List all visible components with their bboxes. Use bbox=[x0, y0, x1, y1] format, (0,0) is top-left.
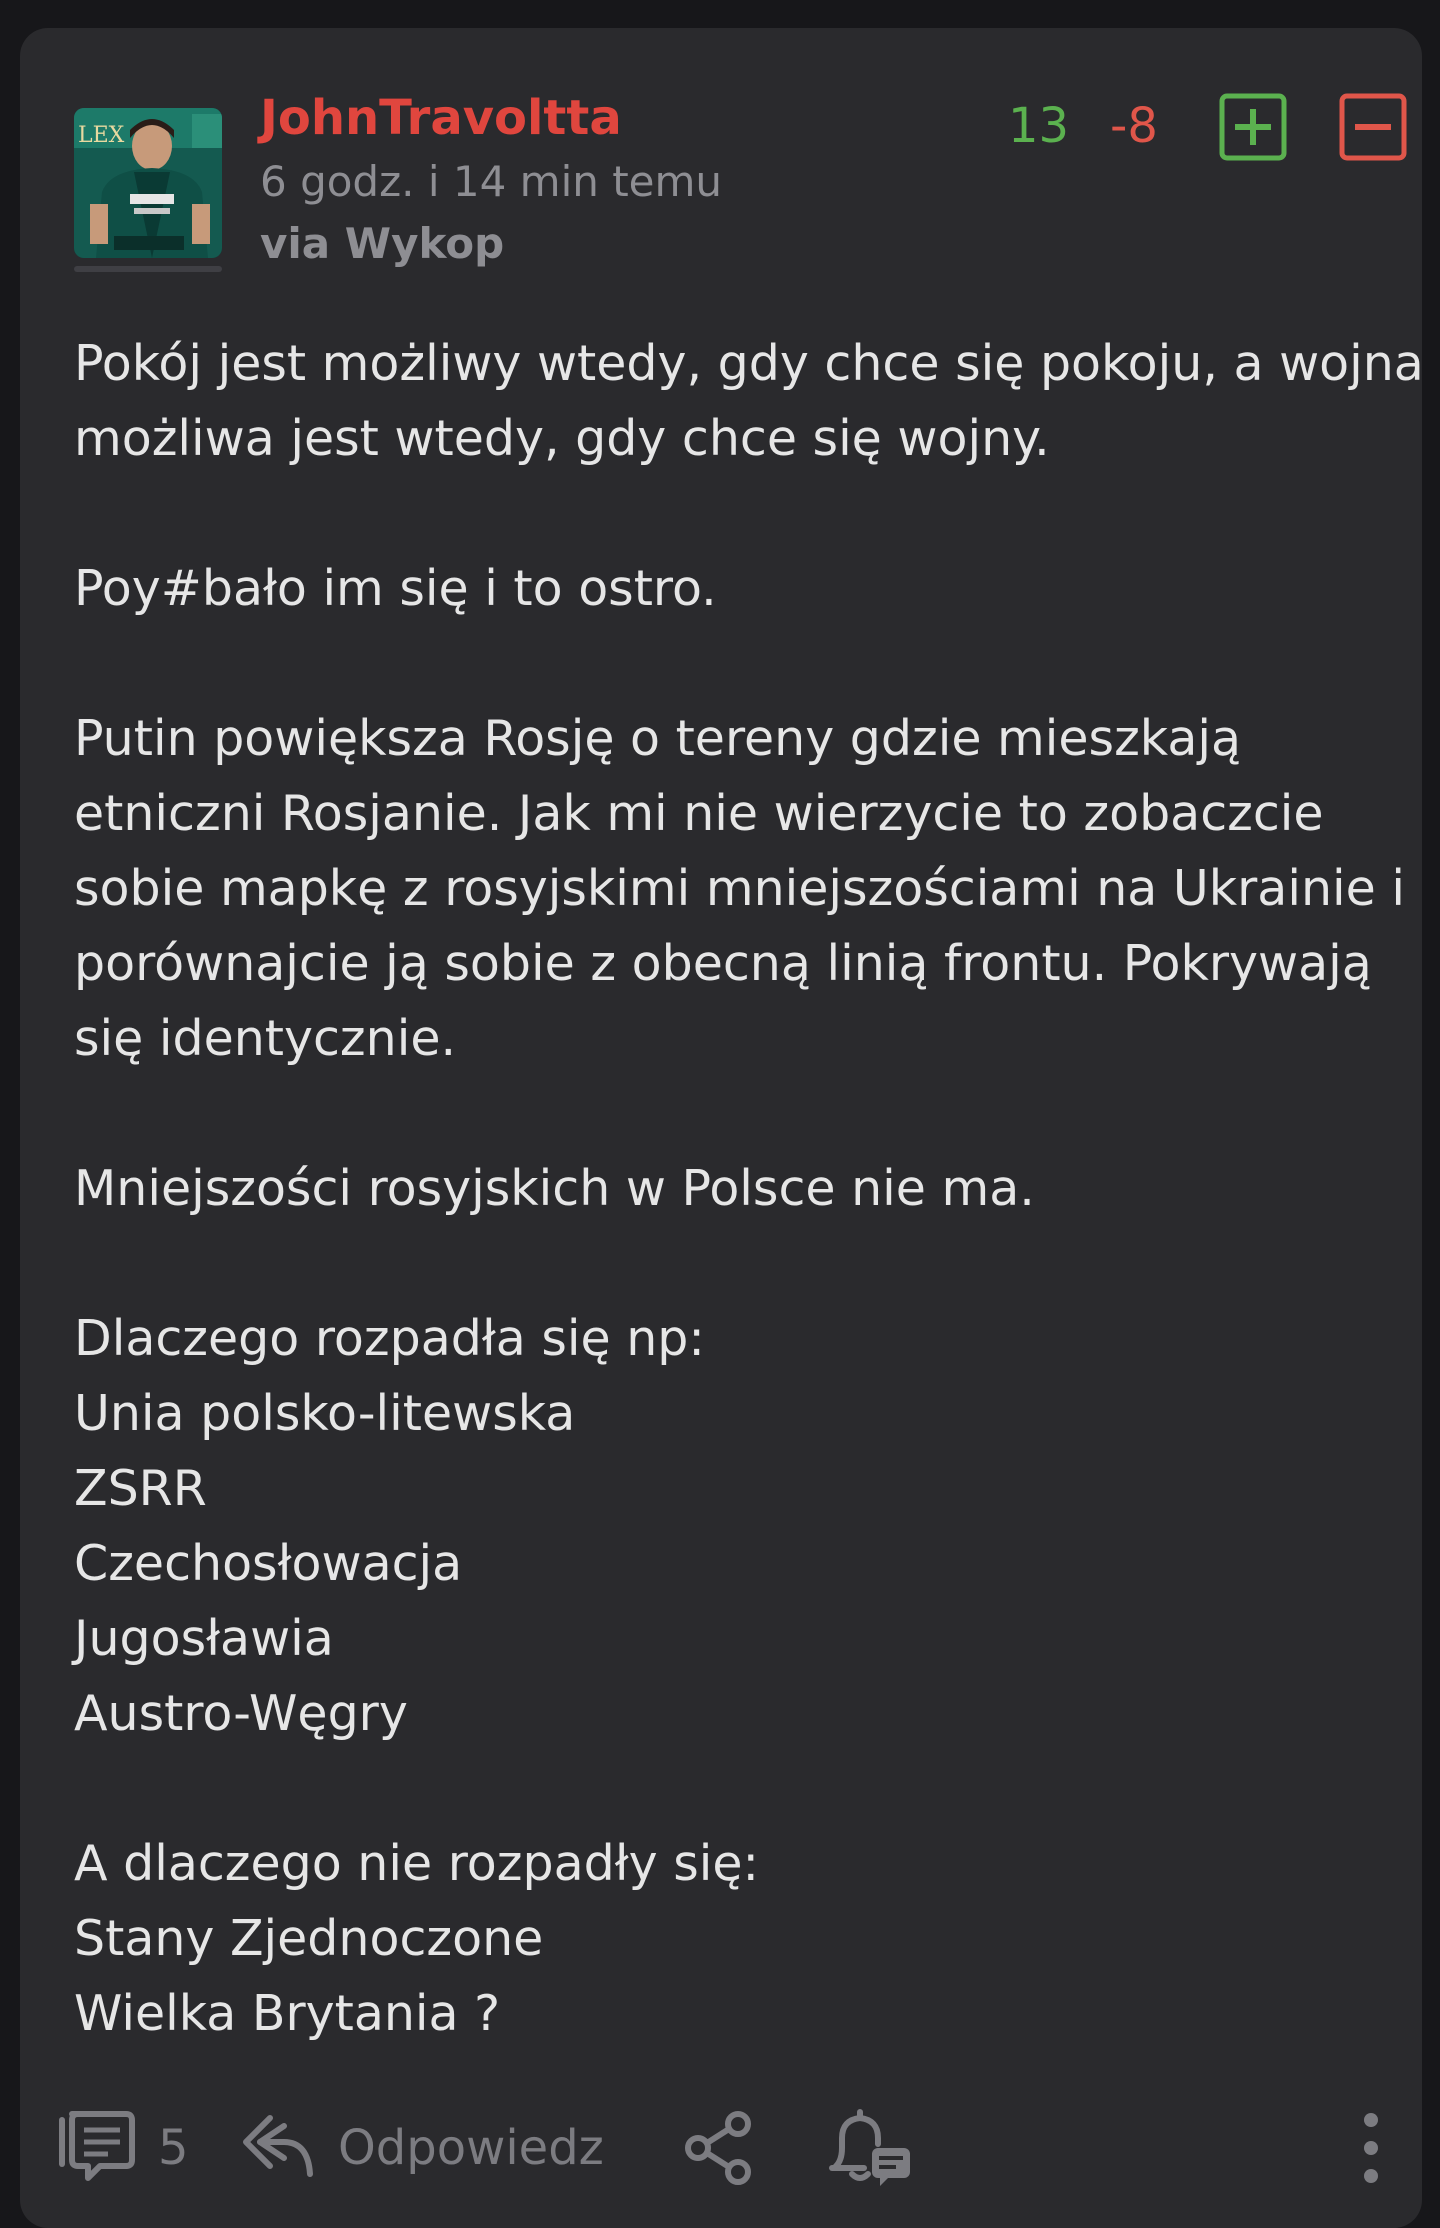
author-username[interactable]: JohnTravoltta bbox=[260, 90, 622, 146]
more-options-button[interactable] bbox=[1356, 2108, 1386, 2188]
minus-square-icon bbox=[1339, 93, 1407, 161]
upvote-button[interactable] bbox=[1219, 93, 1287, 161]
reply-icon bbox=[243, 2115, 313, 2177]
share-icon bbox=[685, 2111, 751, 2185]
post-source: via Wykop bbox=[260, 219, 505, 268]
plus-vote-count: 13 bbox=[1008, 98, 1070, 154]
notification-button[interactable] bbox=[824, 2108, 920, 2188]
more-options-icon bbox=[1364, 2113, 1378, 2183]
comments-count: 5 bbox=[158, 2120, 189, 2176]
reply-label: Odpowiedz bbox=[338, 2120, 604, 2176]
plus-square-icon bbox=[1219, 93, 1287, 161]
avatar-underline bbox=[74, 266, 222, 272]
downvote-button[interactable] bbox=[1339, 93, 1407, 161]
post-footer: 5 Odpowiedz bbox=[20, 2108, 1422, 2188]
post-paragraph: Poy#bało im się i to ostro. bbox=[74, 560, 717, 617]
post-paragraph: A dlaczego nie rozpadły się: Stany Zjedn… bbox=[74, 1835, 759, 2042]
post-paragraph: Pokój jest możliwy wtedy, gdy chce się p… bbox=[74, 335, 1424, 467]
minus-vote-count: -8 bbox=[1110, 98, 1158, 154]
avatar-photo-icon: LEX bbox=[74, 108, 222, 258]
post-paragraph: Mniejszości rosyjskich w Polsce nie ma. bbox=[74, 1160, 1035, 1217]
comments-button[interactable]: 5 bbox=[52, 2108, 189, 2188]
svg-text:LEX: LEX bbox=[78, 123, 125, 148]
share-button[interactable] bbox=[680, 2108, 760, 2188]
post-paragraph: Putin powiększa Rosję o tereny gdzie mie… bbox=[74, 710, 1405, 1067]
post-paragraph: Dlaczego rozpadła się np: Unia polsko-li… bbox=[74, 1310, 705, 1742]
entry-card: LEX JohnTravoltta 6 godz. i 14 min temu … bbox=[20, 28, 1424, 2228]
post-timestamp: 6 godz. i 14 min temu bbox=[260, 157, 723, 206]
comments-icon bbox=[59, 2111, 135, 2181]
avatar[interactable]: LEX bbox=[74, 108, 222, 258]
post-body: Pokój jest możliwy wtedy, gdy chce się p… bbox=[74, 326, 1424, 2051]
notification-bell-icon bbox=[829, 2109, 910, 2186]
reply-button[interactable]: Odpowiedz bbox=[238, 2108, 604, 2188]
